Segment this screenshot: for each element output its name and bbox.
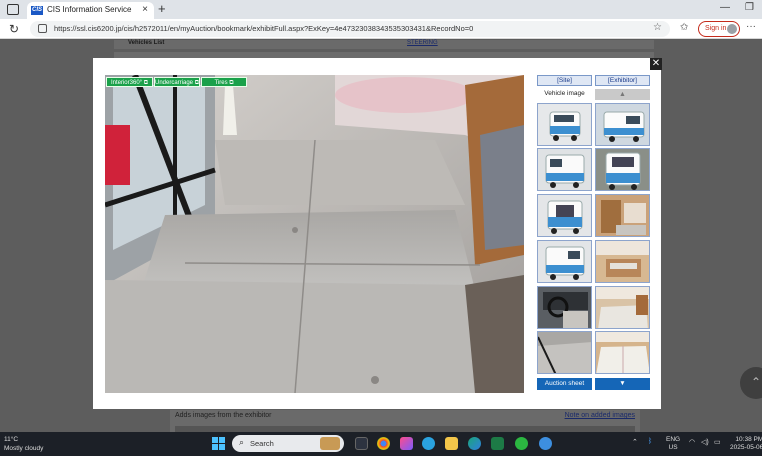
excel-icon[interactable] [491,437,504,450]
thumbnail[interactable] [595,103,650,146]
language-region: US [668,444,678,451]
chrome-icon[interactable] [377,437,390,450]
thumbnail[interactable] [595,148,650,191]
language-indicator[interactable]: ENG US [666,436,680,452]
thumbnail[interactable] [537,286,592,329]
clock-date: 2025-05-06 [730,444,762,451]
interior360-label: Interior360° [110,80,143,86]
thumbnail[interactable] [537,331,592,374]
triangle-up-icon[interactable]: ▲ [595,89,650,100]
vehicles-list-header [114,40,654,49]
external-icon: ⧉ [143,80,149,86]
sign-in-label: Sign in [705,25,727,32]
copilot-icon[interactable] [400,437,413,450]
tires-tab[interactable]: Tires ⧉ [201,77,247,87]
undercarriage-tab[interactable]: Undercarriage ⧉ [154,77,200,87]
main-vehicle-photo [105,75,524,393]
favorite-star-icon[interactable]: ☆ [653,22,662,33]
external-icon: ⧉ [194,80,199,86]
weather-text: Mostly cloudy [4,445,44,452]
bluetooth-icon[interactable]: ᛒ [648,438,652,445]
avatar-icon [727,24,737,34]
note-added-images-link[interactable]: Note on added images [565,412,635,419]
language-code: ENG [666,436,681,443]
windows-start-icon[interactable] [212,437,225,450]
search-label: Search [250,439,274,448]
clock-time: 10:38 PM [735,436,762,443]
app-icon[interactable] [539,437,552,450]
added-images-label: Adds images from the exhibitor [175,412,272,419]
telegram-icon[interactable] [422,437,435,450]
thumbnail[interactable] [595,331,650,374]
system-clock[interactable]: 10:38 PM 2025-05-06 [730,436,762,452]
tab-close-icon[interactable]: × [142,4,148,15]
chevron-up-icon[interactable]: ⌃ [632,438,638,446]
auction-sheet-button[interactable]: Auction sheet [537,378,592,390]
address-bar[interactable]: https://ssl.cis6200.jp/cis/h2572011/en/m… [30,21,670,37]
edge-icon[interactable] [468,437,481,450]
battery-icon[interactable]: ▭ [714,438,721,446]
steering-link[interactable]: STEERING [407,40,438,46]
weather-widget[interactable]: 11°C Mostly cloudy [4,435,43,453]
tab-title: CIS Information Service [47,5,132,14]
file-explorer-icon[interactable] [445,437,458,450]
search-highlight-icon [320,437,340,450]
window-menu-icon[interactable] [7,4,19,15]
weather-temp: 11°C [4,436,19,443]
browser-toolbar: ↻ https://ssl.cis6200.jp/cis/h2572011/en… [0,19,762,39]
tab-bar: CIS CIS Information Service × + — ❐ [0,0,762,19]
minimize-icon[interactable]: — [720,2,730,13]
thumbnail[interactable] [595,194,650,237]
site-tab[interactable]: [Site] [537,75,592,86]
cis-favicon-icon: CIS [31,6,43,15]
thumbnail[interactable] [537,148,592,191]
undercarriage-label: Undercarriage [155,80,194,86]
thumbnail[interactable] [537,103,592,146]
tires-label: Tires [214,80,228,86]
whatsapp-icon[interactable] [515,437,528,450]
triangle-down-icon[interactable]: ▼ [595,378,650,390]
taskbar-search[interactable]: ⌕ Search [232,435,344,452]
browser-tab[interactable]: CIS CIS Information Service × [27,2,154,19]
exhibitor-tab[interactable]: [Exhibitor] [595,75,650,86]
thumbnail[interactable] [595,286,650,329]
maximize-icon[interactable]: ❐ [745,2,754,13]
close-icon[interactable]: ✕ [650,58,662,70]
more-options-icon[interactable]: ··· [746,21,756,32]
vehicle-image-label: Vehicle image [544,90,585,97]
sign-in-button[interactable]: Sign in [698,21,740,37]
search-icon: ⌕ [239,437,245,447]
thumbnail[interactable] [537,194,592,237]
interior360-tab[interactable]: Interior360° ⧉ [106,77,153,87]
reload-icon[interactable]: ↻ [9,22,19,36]
external-icon: ⧉ [229,80,234,86]
thumbnail[interactable] [595,240,650,283]
vehicles-list-label: Vehicles List [128,40,165,46]
taskbar: 11°C Mostly cloudy ⌕ Search ⌃ ᛒ ENG US ◠… [0,432,762,456]
task-view-icon[interactable] [355,437,368,450]
volume-icon[interactable]: ◁) [701,438,709,446]
new-tab-icon[interactable]: + [158,1,166,16]
url-text[interactable]: https://ssl.cis6200.jp/cis/h2572011/en/m… [54,24,473,33]
thumbnail[interactable] [537,240,592,283]
lock-icon[interactable] [38,24,47,33]
favorites-icon[interactable]: ✩ [680,22,688,33]
wifi-icon[interactable]: ◠ [689,438,695,446]
